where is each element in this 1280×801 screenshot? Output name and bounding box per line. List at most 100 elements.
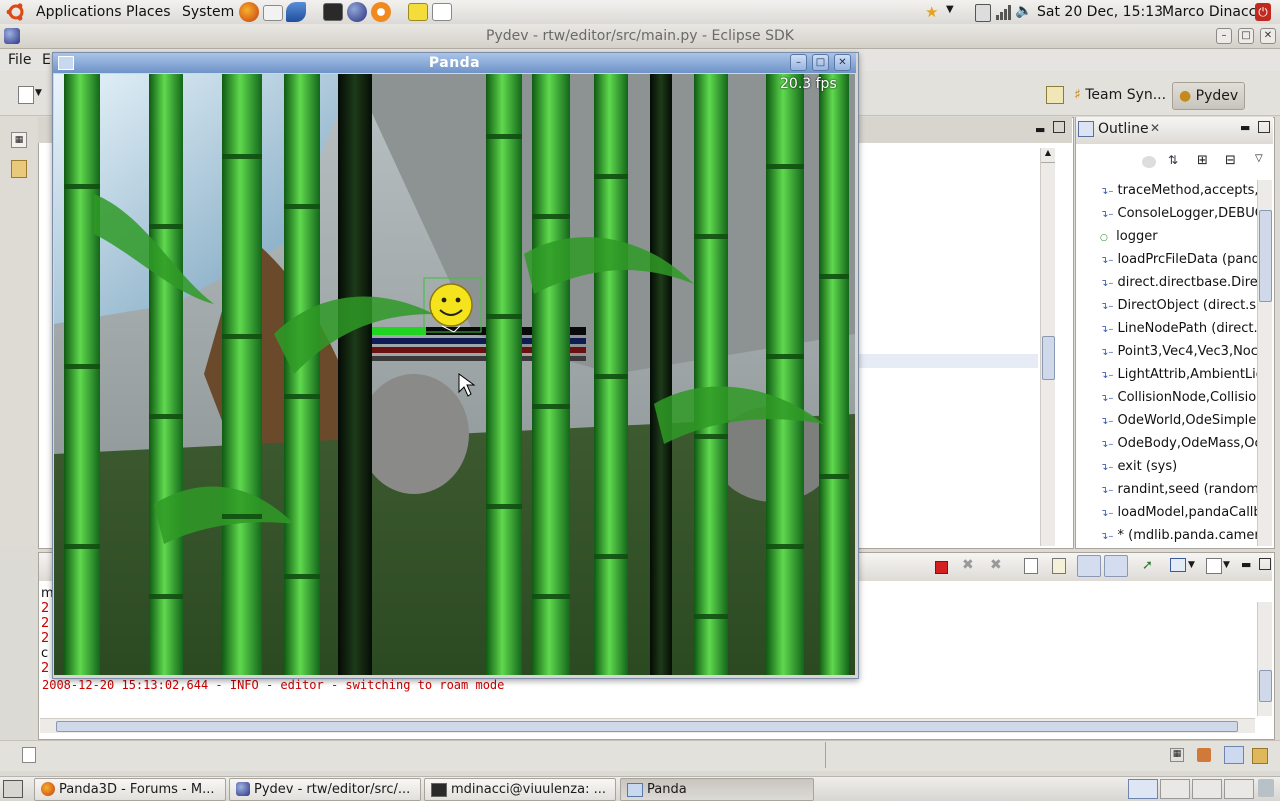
outline-item[interactable]: ↴– OdeWorld,OdeSimpleS: [1100, 411, 1260, 431]
update-notifier-icon[interactable]: ★: [925, 4, 943, 20]
open-perspective-icon[interactable]: [1046, 86, 1064, 104]
maximize-button[interactable]: □: [1238, 28, 1254, 44]
chevron-down-icon[interactable]: ▼: [1223, 560, 1230, 570]
power-icon[interactable]: ⏻: [1255, 3, 1271, 21]
close-tab-icon[interactable]: ✕: [1150, 121, 1160, 135]
system-menu[interactable]: System: [182, 0, 234, 24]
outline-item[interactable]: ↴– DirectObject (direct.sh: [1100, 296, 1260, 316]
eclipse-launcher-icon[interactable]: [347, 2, 367, 22]
view-menu-icon[interactable]: ▽: [1255, 153, 1263, 164]
open-console-icon[interactable]: [1206, 558, 1222, 574]
menu-file[interactable]: File: [8, 52, 31, 68]
taskbar-item-eclipse[interactable]: Pydev - rtw/editor/src/...: [229, 778, 421, 801]
firefox-launcher-icon[interactable]: [239, 2, 259, 22]
outline-item[interactable]: ↴– direct.directbase.Dire: [1100, 273, 1260, 293]
blender-launcher-icon[interactable]: [371, 2, 391, 22]
workspace-2[interactable]: [1160, 779, 1190, 799]
taskbar-item-terminal[interactable]: mdinacci@viuulenza: ...: [424, 778, 616, 801]
console-vertical-scrollbar[interactable]: [1257, 602, 1272, 716]
outline-item[interactable]: ○ logger: [1100, 227, 1260, 247]
scrollbar-thumb[interactable]: [1042, 336, 1055, 380]
display-console-icon[interactable]: [1170, 558, 1186, 572]
remove-all-icon[interactable]: ✖: [990, 557, 1002, 573]
outline-item[interactable]: ↴– loadPrcFileData (pand: [1100, 250, 1260, 270]
maximize-view-icon[interactable]: [1053, 121, 1065, 133]
outline-item[interactable]: ↴– randint,seed (random: [1100, 480, 1260, 500]
outline-scrollbar[interactable]: [1257, 180, 1272, 546]
keyboard-indicator-icon[interactable]: [975, 4, 991, 22]
perspective-team-sync[interactable]: ♯ Team Syn...: [1068, 82, 1172, 108]
minimize-view-icon[interactable]: ▬: [1035, 123, 1045, 136]
pidgin-launcher-icon[interactable]: [286, 2, 306, 22]
expand-all-icon[interactable]: ⊟: [1225, 153, 1236, 168]
problems-icon[interactable]: [1197, 748, 1211, 762]
taskbar-item-firefox[interactable]: Panda3D - Forums - M...: [34, 778, 226, 801]
chevron-down-icon[interactable]: ▼: [946, 4, 954, 15]
outline-item[interactable]: ↴– loadModel,pandaCallb: [1100, 503, 1260, 523]
minimize-view-icon[interactable]: ▬: [1240, 121, 1250, 134]
tasks-icon[interactable]: [1252, 748, 1268, 764]
text-editor-launcher-icon[interactable]: [432, 3, 452, 21]
scrollbar-thumb[interactable]: [56, 721, 1238, 732]
new-file-icon[interactable]: [18, 86, 34, 104]
restore-icon[interactable]: ▦: [11, 132, 27, 148]
scroll-up-arrow-icon[interactable]: ▲: [1041, 148, 1055, 163]
ubuntu-logo-icon[interactable]: [6, 3, 26, 21]
network-signal-icon[interactable]: [995, 3, 1011, 25]
places-menu[interactable]: Places: [126, 0, 171, 24]
workspace-1[interactable]: [1128, 779, 1158, 799]
maximize-view-icon[interactable]: [1259, 558, 1271, 570]
outline-item[interactable]: ↴– OdeBody,OdeMass,Oc: [1100, 434, 1260, 454]
panda-minimize-button[interactable]: –: [790, 54, 807, 71]
chevron-down-icon[interactable]: ▼: [1188, 560, 1195, 570]
console-trim-icon[interactable]: [1224, 746, 1244, 764]
taskbar-item-panda[interactable]: Panda: [620, 778, 814, 801]
mail-launcher-icon[interactable]: [263, 5, 283, 21]
trash-icon[interactable]: [1258, 779, 1274, 797]
sort-alpha-icon[interactable]: ⇅: [1168, 153, 1178, 167]
panda-close-button[interactable]: ✕: [834, 54, 851, 71]
terminate-icon[interactable]: [935, 561, 948, 574]
outline-tab-label[interactable]: Outline: [1098, 121, 1149, 137]
remove-launch-icon[interactable]: ✖: [962, 557, 974, 573]
fast-view-icon[interactable]: [22, 747, 36, 763]
workspace-4[interactable]: [1224, 779, 1254, 799]
scroll-lock-icon[interactable]: [1052, 558, 1066, 574]
perspective-pydev[interactable]: ● Pydev: [1172, 82, 1246, 110]
maximize-view-icon[interactable]: [1258, 121, 1270, 133]
minimize-button[interactable]: –: [1216, 28, 1232, 44]
console-horizontal-scrollbar[interactable]: [40, 718, 1255, 733]
show-on-error-icon[interactable]: [1104, 555, 1128, 577]
outline-item[interactable]: ↴– Point3,Vec4,Vec3,Noc: [1100, 342, 1260, 362]
outline-item[interactable]: ↴– CollisionNode,Collisior: [1100, 388, 1260, 408]
scrollbar-thumb[interactable]: [1259, 670, 1272, 702]
show-desktop-icon[interactable]: [3, 780, 23, 798]
chevron-down-icon[interactable]: ▼: [35, 88, 42, 98]
outline-item[interactable]: ↴– ConsoleLogger,DEBUG: [1100, 204, 1260, 224]
restore-icon[interactable]: ▦: [1170, 748, 1184, 762]
editor-scrollbar[interactable]: ▲: [1040, 148, 1055, 546]
close-button[interactable]: ✕: [1260, 28, 1276, 44]
terminal-launcher-icon[interactable]: [323, 3, 343, 21]
pin-console-icon[interactable]: ➚: [1142, 558, 1156, 573]
minimize-view-icon[interactable]: ▬: [1241, 558, 1251, 571]
clock[interactable]: Sat 20 Dec, 15:13: [1037, 0, 1163, 24]
collapse-all-icon[interactable]: ⊞: [1197, 153, 1208, 168]
clear-console-icon[interactable]: [1024, 558, 1038, 574]
filter-icon[interactable]: [1142, 156, 1156, 168]
outline-item[interactable]: ↴– LightAttrib,AmbientLig: [1100, 365, 1260, 385]
applications-menu[interactable]: Applications: [36, 0, 122, 24]
outline-item[interactable]: ↴– * (mdlib.panda.camer: [1100, 526, 1260, 546]
user-name[interactable]: Marco Dinacci: [1162, 0, 1260, 24]
workspace-3[interactable]: [1192, 779, 1222, 799]
package-explorer-icon[interactable]: [11, 160, 27, 178]
panda-maximize-button[interactable]: □: [812, 54, 829, 71]
menu-edit[interactable]: E: [42, 52, 51, 68]
outline-item[interactable]: ↴– exit (sys): [1100, 457, 1260, 477]
show-on-output-icon[interactable]: [1077, 555, 1101, 577]
volume-icon[interactable]: 🔈: [1015, 3, 1032, 19]
outline-item[interactable]: ↴– LineNodePath (direct.: [1100, 319, 1260, 339]
scrollbar-thumb[interactable]: [1259, 210, 1272, 302]
panda-3d-viewport[interactable]: [54, 74, 855, 675]
outline-item[interactable]: ↴– traceMethod,accepts,: [1100, 181, 1260, 201]
